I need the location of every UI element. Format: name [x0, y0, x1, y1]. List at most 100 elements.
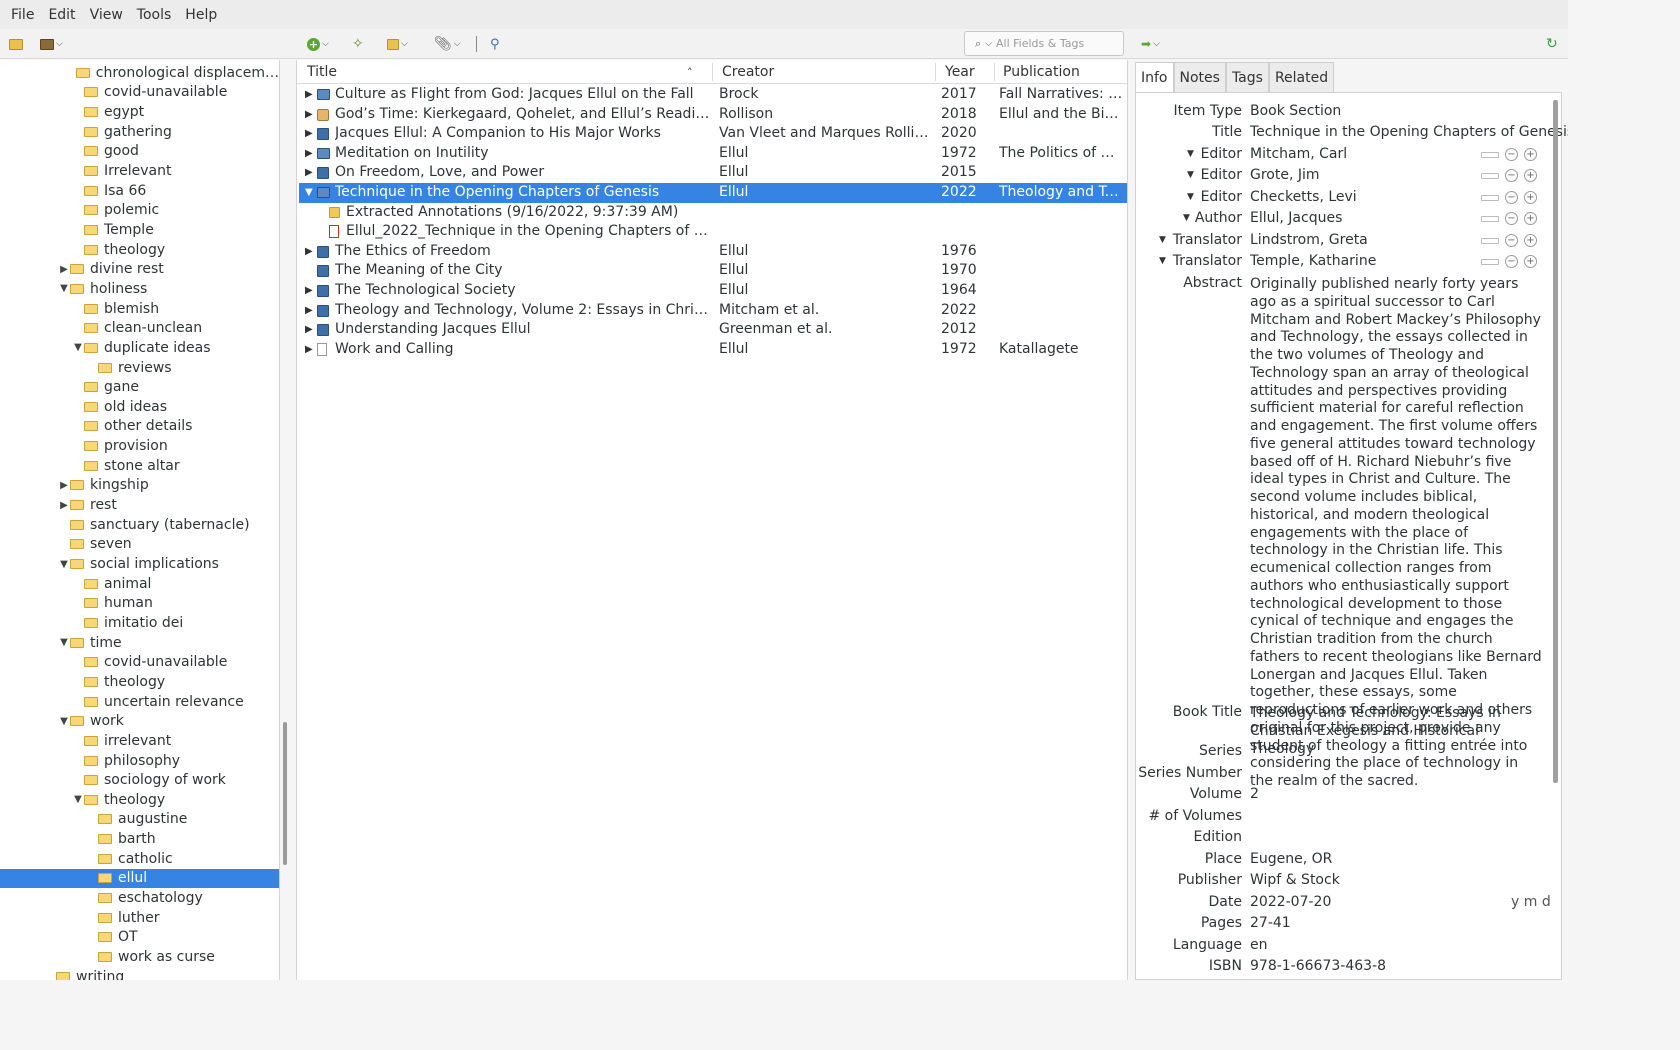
add-creator-icon[interactable]: +: [1524, 148, 1537, 161]
collection-row[interactable]: uncertain relevance: [0, 692, 279, 712]
collection-row[interactable]: ▼ duplicate ideas: [0, 338, 279, 358]
creator-name[interactable]: Ellul, Jacques: [1250, 210, 1342, 226]
collapsed-twisty-icon[interactable]: ▶: [305, 246, 313, 257]
collection-row[interactable]: animal: [0, 574, 279, 594]
creator-name[interactable]: Lindstrom, Greta: [1250, 232, 1368, 248]
new-note-button[interactable]: ⌵: [387, 35, 408, 53]
switch-name-mode-icon[interactable]: [1481, 237, 1499, 244]
collapsed-twisty-icon[interactable]: ▶: [58, 500, 70, 511]
add-creator-icon[interactable]: +: [1524, 169, 1537, 182]
collection-row[interactable]: chronological displacem…: [0, 63, 279, 83]
collapsed-twisty-icon[interactable]: ▶: [305, 148, 313, 159]
creator-name[interactable]: Temple, Katharine: [1250, 253, 1376, 269]
item-row[interactable]: ▶ Work and Calling Ellul 1972 Katallagete: [299, 340, 1127, 360]
creator-role-label[interactable]: Editor: [1201, 189, 1242, 205]
collections-scrollbar[interactable]: [283, 722, 287, 865]
expanded-twisty-icon[interactable]: ▼: [58, 283, 70, 294]
info-scrollbar[interactable]: [1553, 100, 1558, 783]
collection-row[interactable]: covid-unavailable: [0, 83, 279, 103]
collection-row[interactable]: theology: [0, 672, 279, 692]
item-row[interactable]: ▼ Technique in the Opening Chapters of Ge…: [299, 183, 1127, 203]
collection-row[interactable]: barth: [0, 829, 279, 849]
add-attachment-button[interactable]: 📎︎ ⌵: [434, 35, 461, 53]
menu-tools[interactable]: Tools: [130, 7, 179, 23]
collection-row[interactable]: Isa 66: [0, 181, 279, 201]
search-mode-chevron-icon[interactable]: ⌵: [985, 39, 992, 49]
search-input[interactable]: ⌕ ⌵ All Fields & Tags: [964, 31, 1124, 56]
creator-role-label[interactable]: Editor: [1201, 146, 1242, 162]
collection-row[interactable]: clean-unclean: [0, 318, 279, 338]
switch-name-mode-icon[interactable]: [1481, 194, 1499, 201]
remove-creator-icon[interactable]: −: [1505, 191, 1518, 204]
collection-row[interactable]: ▶ kingship: [0, 476, 279, 496]
collection-row[interactable]: ▼ work: [0, 711, 279, 731]
collection-row[interactable]: ▶ rest: [0, 495, 279, 515]
collection-row[interactable]: reviews: [0, 358, 279, 378]
collapsed-twisty-icon[interactable]: ▶: [305, 344, 313, 355]
collection-row[interactable]: catholic: [0, 849, 279, 869]
collection-row[interactable]: polemic: [0, 201, 279, 221]
expanded-twisty-icon[interactable]: ▼: [72, 342, 84, 353]
collection-row[interactable]: ▼ holiness: [0, 279, 279, 299]
menu-help[interactable]: Help: [178, 7, 224, 23]
menu-file[interactable]: File: [4, 7, 41, 23]
title-value[interactable]: Technique in the Opening Chapters of Gen…: [1250, 124, 1568, 140]
collapsed-twisty-icon[interactable]: ▶: [305, 167, 313, 178]
item-type-value[interactable]: Book Section: [1250, 103, 1341, 119]
remove-creator-icon[interactable]: −: [1505, 169, 1518, 182]
item-row[interactable]: ▶ God’s Time: Kierkegaard, Qohelet, and E…: [299, 105, 1127, 125]
collection-row[interactable]: sanctuary (tabernacle): [0, 515, 279, 535]
add-creator-icon[interactable]: +: [1524, 234, 1537, 247]
item-row[interactable]: ▶ The Ethics of Freedom Ellul 1976: [299, 242, 1127, 262]
collection-row[interactable]: human: [0, 594, 279, 614]
item-row[interactable]: ▶ Jacques Ellul: A Companion to His Major…: [299, 124, 1127, 144]
collection-row[interactable]: luther: [0, 908, 279, 928]
collapsed-twisty-icon[interactable]: ▶: [305, 109, 313, 120]
column-title[interactable]: Title: [307, 64, 337, 80]
language-value[interactable]: en: [1250, 937, 1268, 953]
creator-type-dropdown-icon[interactable]: ▼: [1187, 170, 1194, 180]
item-row[interactable]: ▶ Theology and Technology, Volume 2: Essa…: [299, 301, 1127, 321]
attachment-row[interactable]: Ellul_2022_Technique in the Opening Chap…: [299, 222, 1127, 242]
collapsed-twisty-icon[interactable]: ▶: [305, 89, 313, 100]
collapsed-twisty-icon[interactable]: ▶: [305, 285, 313, 296]
add-by-identifier-button[interactable]: ✧: [352, 35, 364, 53]
place-value[interactable]: Eugene, OR: [1250, 851, 1332, 867]
collection-row[interactable]: augustine: [0, 810, 279, 830]
tab-notes[interactable]: Notes: [1173, 62, 1226, 92]
tab-related[interactable]: Related: [1268, 62, 1335, 92]
locate-button[interactable]: ➡ ⌵: [1141, 35, 1160, 53]
tab-tags[interactable]: Tags: [1225, 62, 1269, 92]
creator-role-label[interactable]: Translator: [1173, 253, 1242, 269]
menu-edit[interactable]: Edit: [41, 7, 82, 23]
creator-type-dropdown-icon[interactable]: ▼: [1187, 149, 1194, 159]
switch-name-mode-icon[interactable]: [1481, 215, 1499, 222]
menu-view[interactable]: View: [83, 7, 130, 23]
collection-row[interactable]: Temple: [0, 220, 279, 240]
remove-creator-icon[interactable]: −: [1505, 212, 1518, 225]
creator-type-dropdown-icon[interactable]: ▼: [1187, 192, 1194, 202]
remove-creator-icon[interactable]: −: [1505, 148, 1518, 161]
expanded-twisty-icon[interactable]: ▼: [305, 187, 313, 198]
collection-row[interactable]: covid-unavailable: [0, 653, 279, 673]
item-row[interactable]: ▶ Meditation on Inutility Ellul 1972 The Pol…: [299, 144, 1127, 164]
collection-row[interactable]: blemish: [0, 299, 279, 319]
creator-role-label[interactable]: Editor: [1201, 167, 1242, 183]
item-row[interactable]: ▶ On Freedom, Love, and Power Ellul 2015: [299, 163, 1127, 183]
creator-role-label[interactable]: Author: [1195, 210, 1242, 226]
collection-row[interactable]: ▼ theology: [0, 790, 279, 810]
attachment-row[interactable]: Extracted Annotations (9/16/2022, 9:37:3…: [299, 203, 1127, 223]
collection-row[interactable]: irrelevant: [0, 731, 279, 751]
expanded-twisty-icon[interactable]: ▼: [58, 716, 70, 727]
collection-row[interactable]: theology: [0, 240, 279, 260]
creator-name[interactable]: Mitcham, Carl: [1250, 146, 1347, 162]
column-year[interactable]: Year: [945, 64, 975, 80]
collection-row[interactable]: ellul: [0, 868, 279, 889]
item-row[interactable]: ▶ The Technological Society Ellul 1964: [299, 281, 1127, 301]
date-value[interactable]: 2022-07-20: [1250, 894, 1331, 910]
item-row[interactable]: ▶ Understanding Jacques Ellul Greenman et …: [299, 320, 1127, 340]
creator-type-dropdown-icon[interactable]: ▼: [1183, 213, 1190, 223]
creator-name[interactable]: Checketts, Levi: [1250, 189, 1357, 205]
collection-row[interactable]: philosophy: [0, 751, 279, 771]
expanded-twisty-icon[interactable]: ▼: [58, 637, 70, 648]
